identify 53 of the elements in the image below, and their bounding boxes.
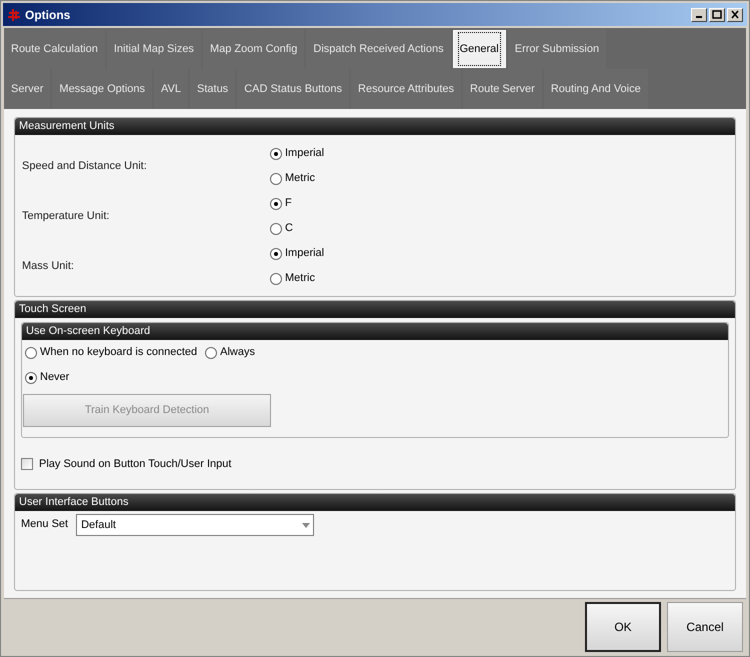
tab[interactable]: Server bbox=[4, 69, 50, 109]
close-icon bbox=[730, 10, 740, 19]
radio-label: Metric bbox=[285, 171, 315, 186]
maximize-icon bbox=[712, 10, 722, 19]
checkbox-label: Play Sound on Button Touch/User Input bbox=[39, 457, 232, 472]
menu-set-dropdown[interactable]: Default bbox=[76, 514, 314, 536]
dialog-button[interactable]: OK bbox=[585, 602, 661, 652]
tab[interactable]: Message Options bbox=[52, 69, 152, 109]
radio-button[interactable] bbox=[270, 248, 282, 260]
app-logo-icon bbox=[7, 8, 21, 22]
radio-button[interactable] bbox=[270, 272, 282, 284]
radio-button[interactable] bbox=[270, 222, 282, 234]
minimize-button[interactable] bbox=[691, 8, 707, 22]
radio-button[interactable] bbox=[270, 172, 282, 184]
radio-button[interactable] bbox=[25, 346, 37, 358]
checkbox[interactable] bbox=[21, 458, 33, 470]
section-header: User Interface Buttons bbox=[15, 494, 735, 511]
field-label: Temperature Unit: bbox=[21, 208, 110, 224]
maximize-button[interactable] bbox=[709, 8, 725, 22]
radio-label: Never bbox=[40, 370, 70, 386]
tab[interactable]: Error Submission bbox=[508, 29, 606, 69]
field-label: Mass Unit: bbox=[21, 258, 75, 274]
radio-label: Always bbox=[220, 345, 255, 360]
section-header: Touch Screen bbox=[15, 301, 735, 318]
tab[interactable]: General bbox=[452, 30, 506, 68]
radio-label: Imperial bbox=[285, 146, 324, 162]
radio-label: Imperial bbox=[285, 246, 324, 262]
radio-label: Metric bbox=[285, 271, 315, 286]
tab[interactable]: Status bbox=[190, 69, 236, 109]
tab[interactable]: AVL bbox=[154, 69, 188, 109]
tab[interactable]: Route Calculation bbox=[4, 29, 105, 69]
section-header: Use On-screen Keyboard bbox=[22, 323, 728, 340]
tab[interactable]: Map Zoom Config bbox=[202, 29, 304, 69]
radio-button[interactable] bbox=[270, 148, 282, 160]
radio-button[interactable] bbox=[270, 198, 282, 210]
close-button[interactable] bbox=[727, 8, 743, 22]
window-title: Options bbox=[25, 6, 70, 24]
radio-button[interactable] bbox=[205, 346, 218, 358]
radio-label: When no keyboard is connected bbox=[40, 345, 198, 360]
field-label: Menu Set bbox=[21, 517, 68, 532]
tab[interactable]: Initial Map Sizes bbox=[106, 29, 201, 69]
dialog-button[interactable]: Cancel bbox=[667, 602, 743, 652]
caret-icon bbox=[302, 522, 310, 528]
field-label: Speed and Distance Unit: bbox=[21, 158, 148, 174]
radio-label: C bbox=[285, 221, 293, 236]
tab[interactable]: Routing And Voice bbox=[544, 69, 648, 109]
radio-button[interactable] bbox=[25, 372, 37, 384]
section-header: Measurement Units bbox=[15, 118, 735, 135]
tab[interactable]: Dispatch Received Actions bbox=[306, 29, 451, 69]
tab[interactable]: Route Server bbox=[463, 69, 542, 109]
tab[interactable]: CAD Status Buttons bbox=[237, 69, 350, 109]
tab[interactable]: Resource Attributes bbox=[351, 69, 462, 109]
radio-label: F bbox=[285, 196, 292, 212]
